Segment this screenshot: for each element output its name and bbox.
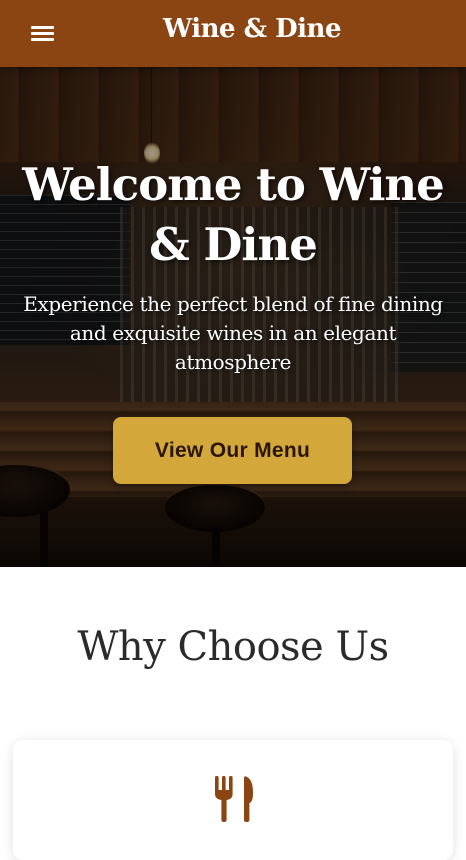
view-menu-button[interactable]: View Our Menu [113, 417, 352, 484]
hero-section: Welcome to Wine & Dine Experience the pe… [0, 67, 466, 567]
hero-subtitle: Experience the perfect blend of fine din… [23, 292, 443, 374]
section-title: Why Choose Us [77, 624, 389, 670]
utensils-icon [215, 776, 253, 822]
top-navbar: Wine & Dine [0, 0, 466, 67]
hero-title: Welcome to Wine & Dine [22, 158, 445, 271]
brand-logo[interactable]: Wine & Dine [0, 14, 466, 44]
